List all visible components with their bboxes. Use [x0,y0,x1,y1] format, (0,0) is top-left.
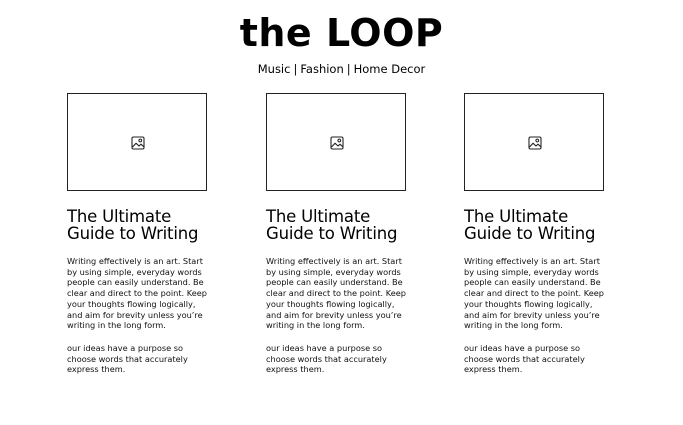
article-card: The Ultimate Guide to Writing Writing ef… [266,93,408,387]
article-title[interactable]: The Ultimate Guide to Writing [67,208,209,242]
excerpt-paragraph: our ideas have a purpose so choose words… [464,342,585,375]
article-title[interactable]: The Ultimate Guide to Writing [464,208,606,242]
nav-link-home-decor[interactable]: Home Decor [354,62,426,76]
article-title-line: Guide to Writing [464,224,596,243]
image-icon [528,136,542,150]
article-image-placeholder[interactable] [464,93,604,191]
article-title[interactable]: The Ultimate Guide to Writing [266,208,408,242]
nav-link-fashion[interactable]: Fashion [300,62,343,76]
nav-separator: | [293,62,298,76]
nav-link-music[interactable]: Music [258,62,291,76]
excerpt-paragraph: Writing effectively is an art. Start by … [67,256,207,331]
excerpt-paragraph: our ideas have a purpose so choose words… [266,342,387,375]
category-nav: Music | Fashion | Home Decor [0,61,683,77]
article-card: The Ultimate Guide to Writing Writing ef… [67,93,209,387]
article-excerpt: Writing effectively is an art. Start by … [266,256,408,375]
excerpt-paragraph: our ideas have a purpose so choose words… [67,342,188,375]
excerpt-paragraph: Writing effectively is an art. Start by … [266,256,406,331]
article-title-line: Guide to Writing [266,224,398,243]
excerpt-paragraph: Writing effectively is an art. Start by … [464,256,604,331]
article-excerpt: Writing effectively is an art. Start by … [464,256,606,375]
article-excerpt: Writing effectively is an art. Start by … [67,256,209,375]
article-card: The Ultimate Guide to Writing Writing ef… [464,93,606,387]
article-title-line: Guide to Writing [67,224,199,243]
image-icon [131,136,145,150]
site-title: the LOOP [239,11,444,55]
article-image-placeholder[interactable] [67,93,207,191]
image-icon [330,136,344,150]
nav-separator: | [346,62,351,76]
article-image-placeholder[interactable] [266,93,406,191]
